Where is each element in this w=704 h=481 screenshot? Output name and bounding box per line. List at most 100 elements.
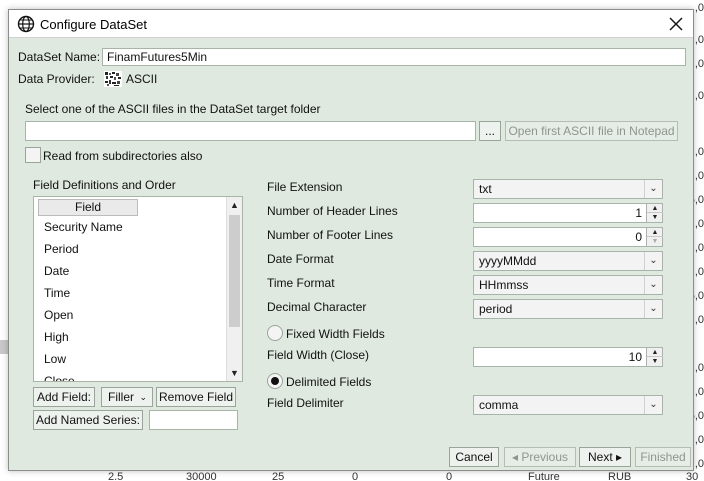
fixed-width-radio[interactable] xyxy=(267,325,283,341)
spin-up-icon[interactable]: ▲ xyxy=(647,204,663,213)
bg-cell: ,0 xyxy=(694,386,704,398)
footer-lines-value: 0 xyxy=(635,230,642,244)
date-format-value: yyyyMMdd xyxy=(479,254,537,268)
file-extension-value: txt xyxy=(479,182,492,196)
cancel-button[interactable]: Cancel xyxy=(449,447,499,467)
list-item[interactable]: Date xyxy=(44,264,69,278)
chevron-down-icon: ⌄ xyxy=(644,180,662,198)
scroll-thumb[interactable] xyxy=(229,215,240,327)
footer-lines-label: Number of Footer Lines xyxy=(267,228,394,242)
list-item[interactable]: Close xyxy=(44,374,75,381)
bg-cell: ,0 xyxy=(694,434,704,446)
bg-cell: ,0 xyxy=(694,266,704,278)
previous-button[interactable]: ◂ Previous xyxy=(504,447,576,467)
spin-up-icon[interactable]: ▲ xyxy=(647,348,663,357)
field-delimiter-label: Field Delimiter xyxy=(267,396,344,410)
time-format-label: Time Format xyxy=(267,276,335,290)
remove-field-button[interactable]: Remove Field xyxy=(156,387,236,407)
field-width-label: Field Width (Close) xyxy=(267,348,370,362)
open-in-notepad-button[interactable]: Open first ASCII file in Notepad xyxy=(505,121,678,141)
add-field-button[interactable]: Add Field: xyxy=(33,387,95,407)
bg-cell: ,0 xyxy=(694,2,704,14)
spin-down-icon[interactable]: ▼ xyxy=(647,213,663,222)
chevron-down-icon: ⌄ xyxy=(644,300,662,318)
scroll-down-icon[interactable]: ▼ xyxy=(227,365,242,381)
bg-cell: 25 xyxy=(272,472,285,481)
dialog-title: Configure DataSet xyxy=(40,17,147,32)
chevron-down-icon: ⌄ xyxy=(139,392,147,402)
decimal-character-value: period xyxy=(479,302,513,316)
header-lines-label: Number of Header Lines xyxy=(267,204,398,218)
select-file-label: Select one of the ASCII files in the Dat… xyxy=(25,102,321,116)
time-format-select[interactable]: HHmmss ⌄ xyxy=(473,275,663,295)
filler-dropdown[interactable]: Filler ⌄ xyxy=(101,387,153,407)
decimal-character-select[interactable]: period ⌄ xyxy=(473,299,663,319)
list-item[interactable]: Security Name xyxy=(44,220,123,234)
decimal-character-label: Decimal Character xyxy=(267,300,367,314)
spin-down-icon[interactable]: ▼ xyxy=(647,357,663,366)
bg-cell: RUB xyxy=(608,472,632,481)
add-named-series-button[interactable]: Add Named Series: xyxy=(33,410,143,430)
date-format-select[interactable]: yyyyMMdd ⌄ xyxy=(473,251,663,271)
list-item[interactable]: Low xyxy=(44,352,66,366)
chevron-down-icon: ⌄ xyxy=(644,276,662,294)
bg-cell: 2.5 xyxy=(108,472,124,481)
file-extension-select[interactable]: txt ⌄ xyxy=(473,179,663,199)
bg-cell: 0 xyxy=(352,472,359,481)
spin-down-icon[interactable]: ▼ xyxy=(647,237,663,246)
close-button[interactable] xyxy=(665,13,687,35)
field-definitions-label: Field Definitions and Order xyxy=(33,178,176,192)
list-column-header[interactable]: Field xyxy=(38,199,138,216)
chevron-down-icon: ⌄ xyxy=(644,396,662,414)
list-item[interactable]: Time xyxy=(44,286,70,300)
list-item[interactable]: High xyxy=(44,330,69,344)
dataset-name-input[interactable]: FinamFutures5Min xyxy=(102,48,686,66)
data-provider-label: Data Provider: xyxy=(18,72,95,86)
dialog-titlebar[interactable]: Configure DataSet xyxy=(9,10,693,38)
ascii-provider-icon xyxy=(104,71,122,87)
filler-label: Filler xyxy=(108,390,134,404)
field-delimiter-value: comma xyxy=(479,398,519,412)
read-subdirectories-checkbox[interactable] xyxy=(25,147,41,163)
browse-button[interactable]: ... xyxy=(479,121,501,141)
field-definitions-list[interactable]: Field Security Name Period Date Time Ope… xyxy=(33,196,243,382)
globe-icon xyxy=(17,15,35,33)
field-delimiter-select[interactable]: comma ⌄ xyxy=(473,395,663,415)
data-provider-value: ASCII xyxy=(126,72,158,86)
bg-cell: 30000 xyxy=(186,472,217,481)
file-path-input[interactable] xyxy=(25,121,476,141)
dataset-name-label: DataSet Name: xyxy=(18,50,101,64)
bg-cell: ,0 xyxy=(694,242,704,254)
chevron-down-icon: ⌄ xyxy=(644,252,662,270)
field-width-value: 10 xyxy=(628,350,642,364)
time-format-value: HHmmss xyxy=(479,278,529,292)
bg-cell: 30 xyxy=(686,472,699,481)
scroll-up-icon[interactable]: ▲ xyxy=(227,197,242,213)
bg-cell: ,0 xyxy=(694,218,704,230)
date-format-label: Date Format xyxy=(267,252,334,266)
background-app-left-edge xyxy=(0,340,8,354)
bg-cell: ,0 xyxy=(694,170,704,182)
named-series-input[interactable] xyxy=(149,410,238,430)
bg-cell: Future xyxy=(528,472,560,481)
bg-cell: ,0 xyxy=(694,458,704,470)
list-item[interactable]: Period xyxy=(44,242,79,256)
spin-up-icon[interactable]: ▲ xyxy=(647,228,663,237)
finished-button[interactable]: Finished xyxy=(635,447,691,467)
configure-dataset-dialog: Configure DataSet DataSet Name: FinamFut… xyxy=(8,9,694,471)
list-item[interactable]: Open xyxy=(44,308,73,322)
read-subdirectories-label: Read from subdirectories also xyxy=(43,149,203,163)
fixed-width-label: Fixed Width Fields xyxy=(286,327,385,341)
close-icon xyxy=(669,17,683,31)
bg-cell: ,0 xyxy=(694,90,704,102)
next-button[interactable]: Next ▸ xyxy=(579,447,631,467)
delimited-fields-radio[interactable] xyxy=(267,373,283,389)
bg-cell: ,0 xyxy=(694,362,704,374)
bg-cell: ,0 xyxy=(694,146,704,158)
footer-lines-spinner[interactable]: 0 ▲ ▼ xyxy=(473,227,663,247)
header-lines-spinner[interactable]: 1 ▲ ▼ xyxy=(473,203,663,223)
background-app-bottom-row: 2.5 30000 25 0 0 Future RUB 30 xyxy=(0,472,704,481)
list-scrollbar[interactable]: ▲ ▼ xyxy=(226,197,242,381)
delimited-fields-label: Delimited Fields xyxy=(286,375,372,389)
field-width-spinner[interactable]: 10 ▲ ▼ xyxy=(473,347,663,367)
